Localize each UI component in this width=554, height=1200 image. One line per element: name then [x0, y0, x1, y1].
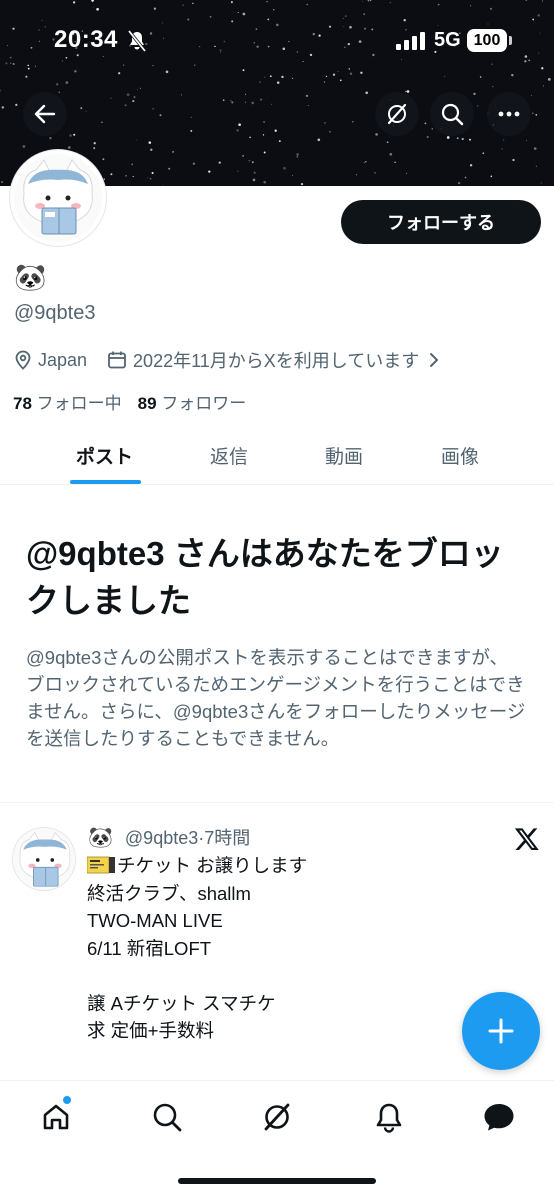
status-bar: 20:34 5G 100 [0, 0, 554, 86]
chevron-right-icon [430, 353, 439, 367]
post-first-line: チケット お譲りします [117, 855, 308, 876]
battery-tip [509, 36, 512, 45]
post-avatar[interactable] [12, 827, 76, 891]
status-time: 20:34 [54, 26, 118, 53]
home-icon[interactable] [40, 1101, 72, 1133]
calendar-icon [108, 351, 126, 369]
location-text: Japan [38, 349, 88, 370]
profile-meta: Japan 2022年11月からXを利用しています [14, 347, 447, 373]
bell-mute-icon [127, 30, 147, 52]
signal-icon [396, 32, 425, 50]
blocked-title: @9qbte3 さんはあなたをブロックしました [26, 535, 504, 619]
avatar-illustration [14, 154, 102, 242]
tab-images[interactable]: 画像 [441, 442, 479, 469]
grok-icon [387, 103, 407, 125]
followers-link[interactable]: 89 フォロワー [138, 394, 247, 413]
profile-tabs: ポスト 返信 動画 画像 [0, 430, 554, 485]
compose-button[interactable] [462, 992, 540, 1070]
grok-button[interactable] [375, 92, 419, 136]
home-notification-dot [62, 1095, 72, 1105]
post-author-name[interactable]: 🐼 [88, 825, 113, 850]
profile-handle: @9qbte3 [14, 302, 96, 324]
back-icon [34, 104, 56, 124]
search-icon[interactable] [151, 1101, 183, 1133]
post-text: 終活クラブ、shallm TWO-MAN LIVE 6/11 新宿LOFT 譲 … [87, 882, 276, 1042]
post-body[interactable]: チケット お譲りします 終活クラブ、shallm TWO-MAN LIVE 6/… [87, 852, 307, 1045]
follow-counts: 78 フォロー中 89 フォロワー [13, 389, 246, 414]
search-button[interactable] [430, 92, 474, 136]
joined-item[interactable]: 2022年11月からXを利用しています [107, 347, 447, 373]
following-link[interactable]: 78 フォロー中 [13, 394, 122, 413]
followers-label: フォロワー [161, 394, 247, 413]
follow-button[interactable]: フォローする [341, 200, 541, 244]
more-icon [498, 111, 520, 117]
network-type: 5G [434, 29, 461, 51]
divider [0, 802, 554, 803]
followers-count: 89 [137, 394, 157, 413]
location-item: Japan [14, 350, 87, 371]
joined-text: 2022年11月からXを利用しています [133, 351, 420, 371]
tab-replies[interactable]: 返信 [210, 442, 248, 469]
search-icon [441, 103, 464, 126]
post-header: 🐼 @9qbte3·7時間 [88, 824, 250, 850]
back-button[interactable] [23, 92, 67, 136]
profile-display-name: 🐼 [14, 262, 47, 292]
avatar-illustration [13, 828, 75, 890]
bell-icon[interactable] [373, 1101, 405, 1133]
ticket-emoji-icon [87, 856, 115, 874]
blocked-description: @9qbte3さんの公開ポストを表示することはできますが、ブロックされているため… [26, 647, 526, 749]
plus-icon [488, 1018, 514, 1044]
active-tab-indicator [70, 480, 141, 484]
x-logo-icon[interactable] [514, 826, 540, 852]
grok-icon[interactable] [261, 1101, 293, 1133]
post-handle-time[interactable]: @9qbte3·7時間 [125, 824, 250, 850]
messages-icon[interactable] [482, 1101, 516, 1133]
location-icon [15, 350, 31, 370]
profile-avatar[interactable] [10, 150, 106, 246]
battery-indicator: 100 [467, 29, 507, 52]
more-button[interactable] [487, 92, 531, 136]
following-count: 78 [13, 394, 32, 413]
tab-videos[interactable]: 動画 [325, 442, 363, 469]
tab-posts[interactable]: ポスト [76, 442, 133, 469]
following-label: フォロー中 [36, 394, 122, 413]
home-indicator [178, 1178, 376, 1184]
